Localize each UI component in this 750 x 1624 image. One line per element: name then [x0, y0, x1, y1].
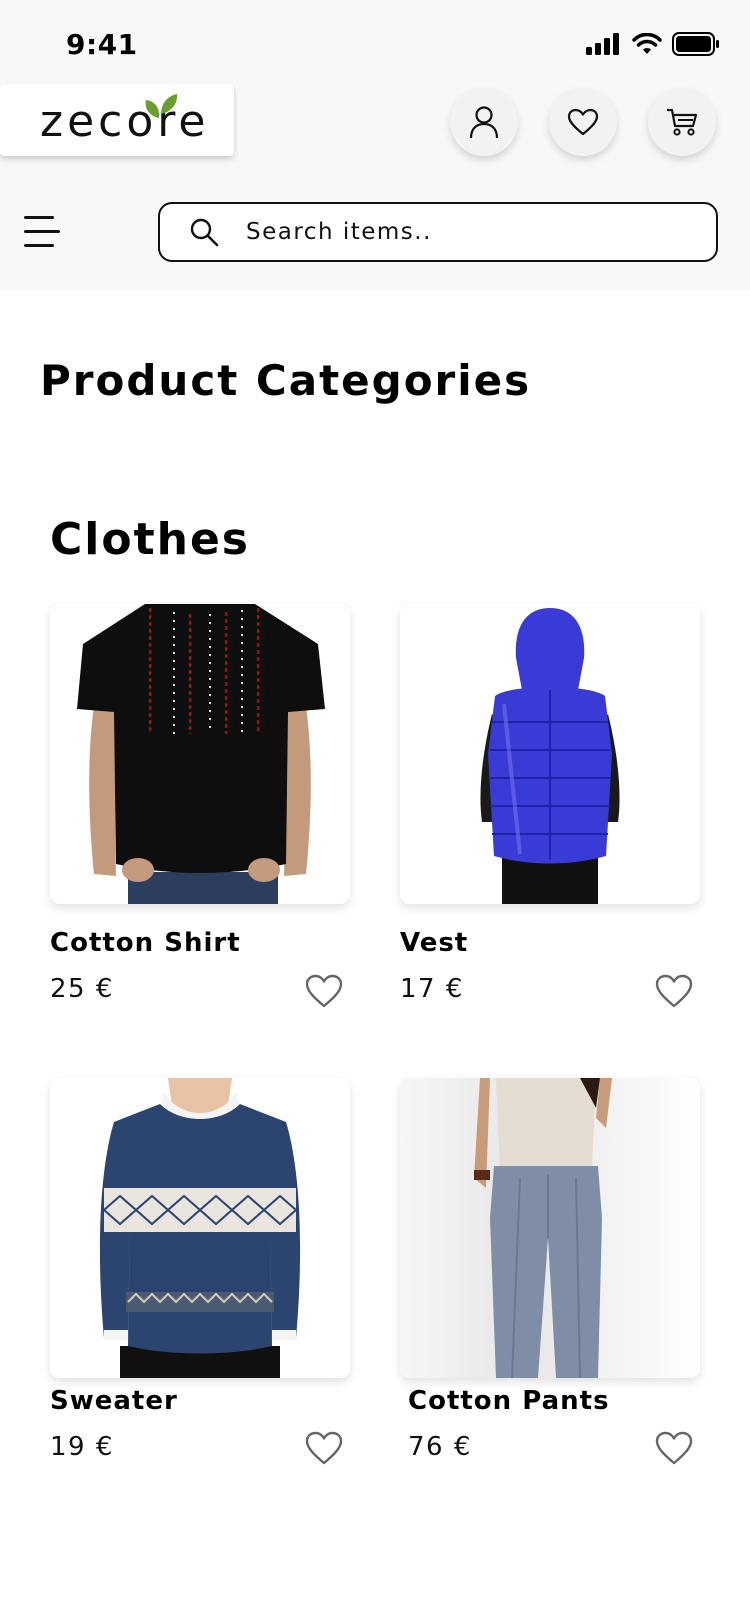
account-button[interactable] [450, 88, 518, 156]
product-price: 17 € [400, 974, 464, 1004]
logo-text: zecore [40, 96, 210, 147]
product-name: Sweater [50, 1386, 178, 1416]
product-price: 19 € [50, 1432, 114, 1462]
search-icon [190, 218, 219, 247]
battery-icon [672, 32, 719, 56]
product-card-cotton-pants[interactable] [400, 1078, 700, 1378]
wishlist-button[interactable] [549, 88, 617, 156]
hamburger-menu-icon[interactable] [22, 212, 62, 252]
product-card-vest[interactable] [400, 604, 700, 904]
cart-button[interactable] [648, 88, 716, 156]
wifi-icon [632, 33, 662, 54]
brand-logo[interactable]: zecore [0, 84, 234, 156]
product-name: Cotton Pants [408, 1386, 610, 1416]
favorite-heart-icon[interactable] [655, 1431, 693, 1465]
favorite-heart-icon[interactable] [305, 1431, 343, 1465]
product-price: 76 € [408, 1432, 472, 1462]
favorite-heart-icon[interactable] [305, 974, 343, 1008]
heart-icon [567, 108, 599, 136]
product-name: Vest [400, 928, 469, 958]
page-title: Product Categories [40, 356, 532, 405]
user-icon [469, 106, 499, 139]
product-name: Cotton Shirt [50, 928, 241, 958]
search-input[interactable] [246, 219, 686, 245]
product-card-cotton-shirt[interactable] [50, 604, 350, 904]
product-image-shirt [50, 604, 350, 904]
leaf-icon [145, 94, 178, 118]
status-icons [586, 32, 720, 56]
product-price: 25 € [50, 974, 114, 1004]
product-image-pants [400, 1078, 700, 1378]
favorite-heart-icon[interactable] [655, 974, 693, 1008]
status-time: 9:41 [66, 28, 138, 61]
product-image-sweater [50, 1078, 350, 1378]
category-title: Clothes [50, 514, 250, 565]
product-card-sweater[interactable] [50, 1078, 350, 1378]
product-image-vest [400, 604, 700, 904]
cart-icon [667, 108, 698, 136]
search-bar[interactable] [158, 202, 718, 262]
signal-icon [586, 33, 619, 55]
